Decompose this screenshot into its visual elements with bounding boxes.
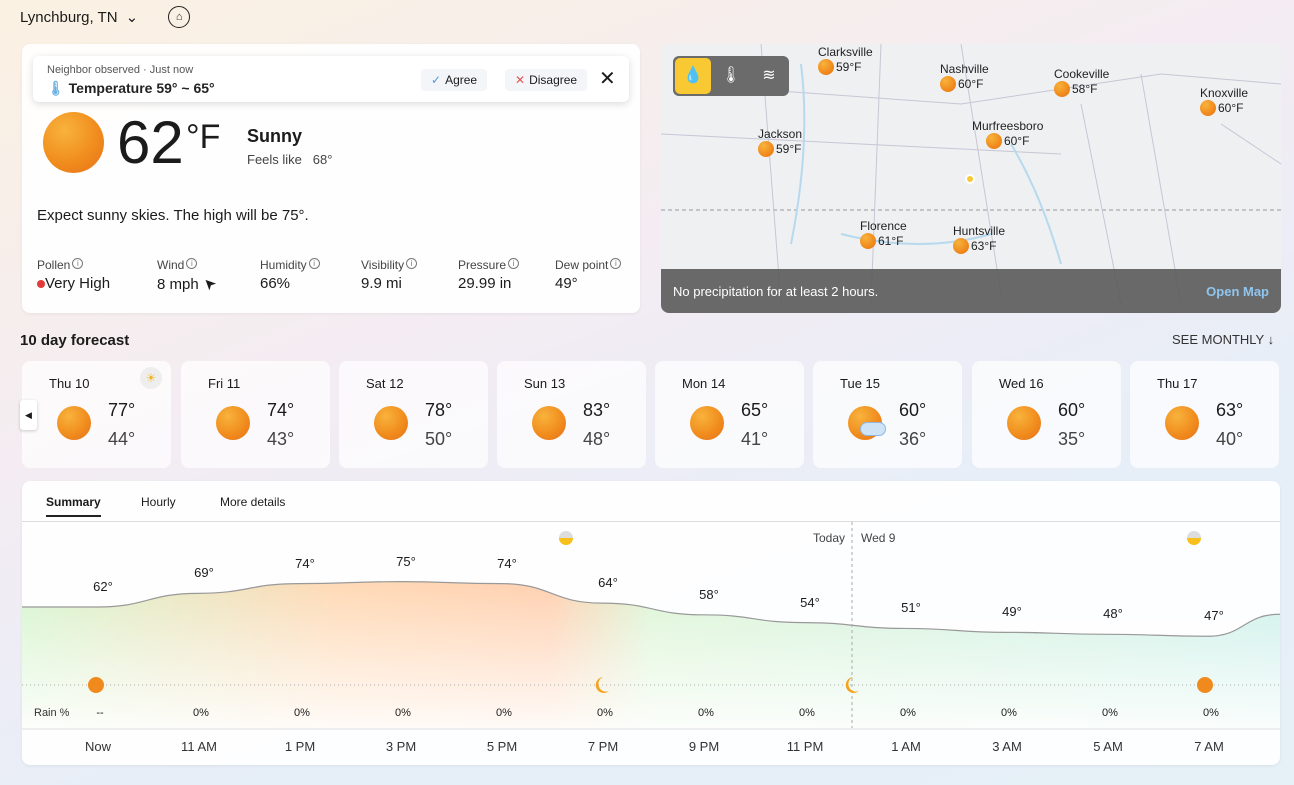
hourly-temperature-chart <box>21 522 1281 730</box>
hourly-rain: 0% <box>698 707 714 719</box>
hourly-rain: 0% <box>395 707 411 719</box>
hourly-temp-label: 54° <box>800 594 820 610</box>
sunrise-icon <box>1187 531 1201 545</box>
hourly-rain: 0% <box>1102 707 1118 719</box>
hourly-time[interactable]: 7 PM <box>588 739 618 754</box>
hourly-time[interactable]: 1 AM <box>891 739 921 754</box>
hourly-temp-label: 75° <box>396 553 416 569</box>
hourly-time[interactable]: 9 PM <box>689 739 719 754</box>
hourly-temp-label: 69° <box>194 565 214 581</box>
sunset-icon <box>559 531 573 545</box>
hourly-time[interactable]: 3 PM <box>386 739 416 754</box>
hourly-rain: 0% <box>496 707 512 719</box>
rain-label: Rain % <box>34 707 70 719</box>
hourly-rain: 0% <box>597 707 613 719</box>
hourly-temp-label: 62° <box>93 579 113 594</box>
hourly-rain: 0% <box>1203 707 1219 719</box>
hourly-time[interactable]: 1 PM <box>285 739 315 754</box>
hourly-time[interactable]: Now <box>85 739 111 754</box>
hourly-temp-label: 74° <box>497 555 517 571</box>
hourly-time[interactable]: 7 AM <box>1194 739 1224 754</box>
hourly-temp-label: 74° <box>295 555 315 571</box>
hourly-temp-label: 47° <box>1204 608 1224 624</box>
hourly-time[interactable]: 5 PM <box>487 739 517 754</box>
hourly-time[interactable]: 11 AM <box>181 739 217 754</box>
sun-icon <box>88 677 104 693</box>
hourly-time[interactable]: 5 AM <box>1093 739 1123 754</box>
hourly-rain: 0% <box>799 707 815 719</box>
hourly-rain: 0% <box>294 707 310 719</box>
hourly-temp-label: 48° <box>1103 606 1123 622</box>
hourly-rain: 0% <box>1001 707 1017 719</box>
hourly-temp-label: 58° <box>699 586 719 602</box>
hourly-temp-label: 64° <box>598 575 618 591</box>
hourly-rain: 0% <box>900 707 916 719</box>
sun-icon <box>1197 677 1213 693</box>
hourly-time[interactable]: 11 PM <box>787 739 824 754</box>
hourly-temp-label: 49° <box>1002 604 1022 620</box>
hourly-rain: 0% <box>193 707 209 719</box>
hourly-temp-label: 51° <box>901 600 921 616</box>
hourly-time[interactable]: 3 AM <box>992 739 1022 754</box>
hourly-rain: -- <box>96 707 104 719</box>
